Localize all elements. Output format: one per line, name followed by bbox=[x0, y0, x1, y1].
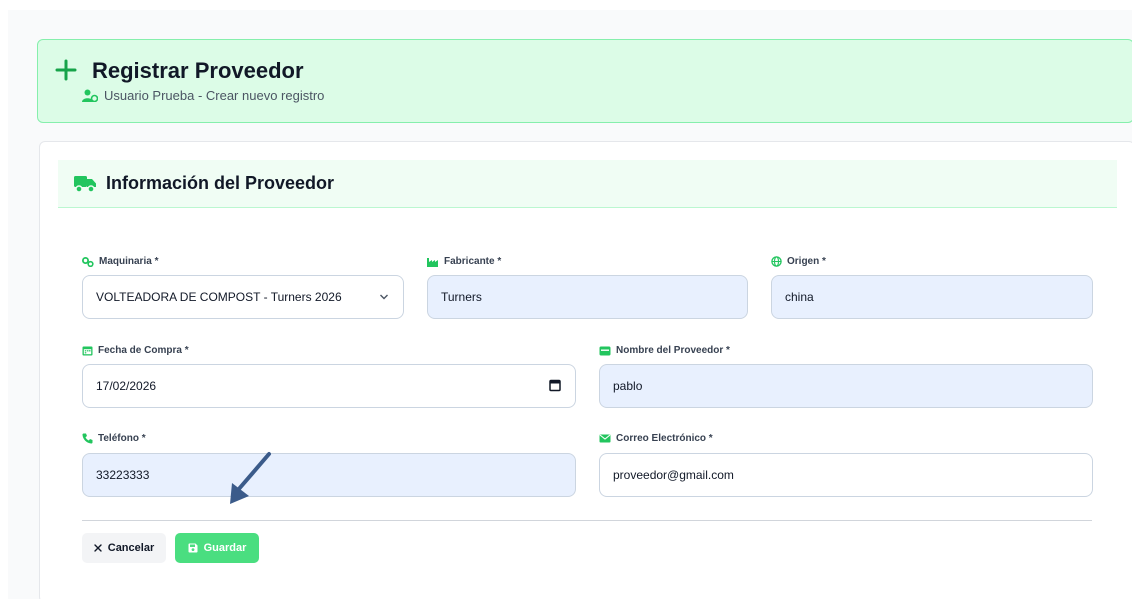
fabricante-value: Turners bbox=[441, 290, 482, 304]
correo-label: Correo Electrónico * bbox=[599, 433, 713, 444]
nombre-proveedor-input[interactable]: pablo bbox=[599, 364, 1093, 408]
page-title: Registrar Proveedor bbox=[92, 58, 304, 83]
maquinaria-label: Maquinaria * bbox=[82, 256, 158, 267]
form-divider bbox=[82, 520, 1092, 521]
envelope-icon bbox=[599, 434, 611, 443]
pointer-arrow-icon bbox=[230, 452, 271, 504]
nombre-proveedor-value: pablo bbox=[613, 379, 643, 393]
fabricante-label-text: Fabricante * bbox=[444, 256, 502, 267]
save-button-label: Guardar bbox=[203, 542, 247, 554]
correo-input[interactable]: proveedor@gmail.com bbox=[599, 453, 1093, 497]
subtitle-text: Usuario Prueba - Crear nuevo registro bbox=[104, 88, 325, 103]
fabricante-input[interactable]: Turners bbox=[427, 275, 748, 319]
origen-input[interactable]: china bbox=[771, 275, 1093, 319]
user-cog-icon bbox=[82, 89, 98, 102]
fecha-compra-input[interactable]: 17/02/2026 bbox=[82, 364, 576, 408]
fecha-compra-label: Fecha de Compra * bbox=[82, 345, 189, 356]
fabricante-label: Fabricante * bbox=[427, 256, 501, 267]
industry-icon bbox=[427, 257, 438, 267]
telefono-label: Teléfono * bbox=[82, 433, 146, 444]
form-card: Información del Proveedor Maquinaria * V… bbox=[39, 141, 1132, 599]
calendar-picker-icon[interactable] bbox=[549, 379, 561, 392]
section-title: Información del Proveedor bbox=[106, 173, 335, 193]
truck-icon bbox=[74, 175, 96, 193]
origen-label: Origen * bbox=[771, 256, 826, 267]
maquinaria-select[interactable]: VOLTEADORA DE COMPOST - Turners 2026 bbox=[82, 275, 404, 319]
origen-label-text: Origen * bbox=[787, 256, 826, 267]
section-header: Información del Proveedor bbox=[58, 160, 1117, 208]
close-icon bbox=[94, 544, 102, 552]
id-card-icon bbox=[599, 346, 611, 355]
cancel-button-label: Cancelar bbox=[107, 542, 155, 554]
plus-icon bbox=[55, 59, 77, 81]
cogs-icon bbox=[82, 256, 94, 267]
page-header: Registrar Proveedor Usuario Prueba - Cre… bbox=[37, 39, 1132, 123]
save-button[interactable]: Guardar bbox=[175, 533, 259, 563]
globe-icon bbox=[771, 256, 782, 267]
telefono-input[interactable]: 33223333 bbox=[82, 453, 576, 497]
page-subtitle: Usuario Prueba - Crear nuevo registro bbox=[82, 88, 324, 103]
nombre-proveedor-label-text: Nombre del Proveedor * bbox=[616, 345, 730, 356]
page: Registrar Proveedor Usuario Prueba - Cre… bbox=[8, 10, 1132, 599]
origen-value: china bbox=[785, 290, 814, 304]
save-icon bbox=[188, 543, 198, 553]
fecha-compra-label-text: Fecha de Compra * bbox=[98, 345, 189, 356]
fecha-compra-value: 17/02/2026 bbox=[96, 379, 157, 393]
telefono-value: 33223333 bbox=[96, 468, 150, 482]
correo-value: proveedor@gmail.com bbox=[613, 468, 734, 482]
correo-label-text: Correo Electrónico * bbox=[616, 433, 713, 444]
maquinaria-value: VOLTEADORA DE COMPOST - Turners 2026 bbox=[96, 290, 342, 304]
calendar-icon bbox=[82, 346, 93, 356]
chevron-down-icon bbox=[380, 294, 388, 300]
maquinaria-label-text: Maquinaria * bbox=[99, 256, 159, 267]
telefono-label-text: Teléfono * bbox=[98, 433, 146, 444]
cancel-button[interactable]: Cancelar bbox=[82, 533, 166, 563]
phone-icon bbox=[82, 433, 93, 444]
nombre-proveedor-label: Nombre del Proveedor * bbox=[599, 345, 730, 356]
